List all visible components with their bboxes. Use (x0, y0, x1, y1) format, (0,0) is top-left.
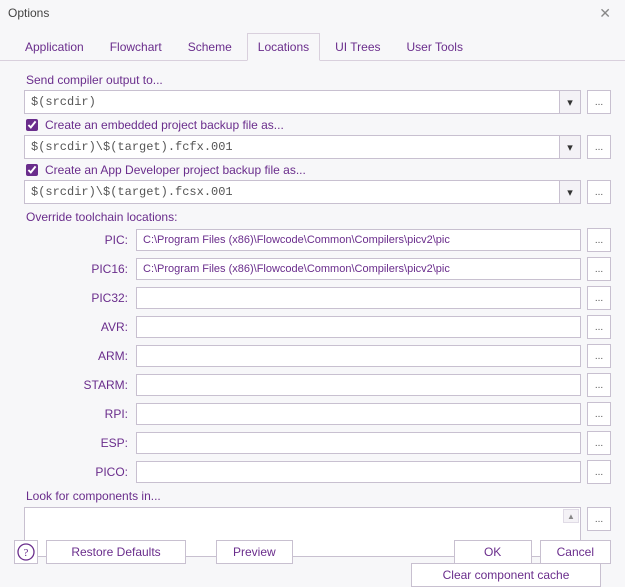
toolchain-row: PIC32:... (24, 286, 611, 310)
toolchain-input[interactable] (136, 287, 581, 309)
scroll-up-icon[interactable]: ▲ (563, 509, 579, 523)
embedded-backup-row: ▾ ... (24, 135, 611, 159)
toolchain-browse-button[interactable]: ... (587, 315, 611, 339)
toolchain-label: ARM: (24, 349, 130, 363)
appdev-backup-browse-button[interactable]: ... (587, 180, 611, 204)
toolchain-input[interactable] (136, 461, 581, 483)
toolchain-label: STARM: (24, 378, 130, 392)
tab-content-locations: Send compiler output to... ▾ ... Create … (0, 61, 625, 587)
appdev-backup-input[interactable] (24, 180, 559, 204)
cancel-button[interactable]: Cancel (540, 540, 611, 564)
close-icon[interactable]: ✕ (593, 5, 617, 22)
embedded-backup-checkbox[interactable] (26, 119, 38, 131)
help-button[interactable]: ? (14, 540, 38, 564)
toolchain-label: PIC32: (24, 291, 130, 305)
toolchain-label: PICO: (24, 465, 130, 479)
options-window: Options ✕ Application Flowchart Scheme L… (0, 0, 625, 574)
toolchain-input[interactable] (136, 374, 581, 396)
embedded-backup-input[interactable] (24, 135, 559, 159)
toolchain-browse-button[interactable]: ... (587, 286, 611, 310)
toolchain-browse-button[interactable]: ... (587, 344, 611, 368)
toolchain-row: STARM:... (24, 373, 611, 397)
embedded-backup-browse-button[interactable]: ... (587, 135, 611, 159)
toolchain-row: PICO:... (24, 460, 611, 484)
compiler-output-combo: ▾ (24, 90, 581, 114)
tab-ui-trees[interactable]: UI Trees (324, 33, 391, 60)
compiler-output-input[interactable] (24, 90, 559, 114)
embedded-backup-label: Create an embedded project backup file a… (26, 118, 611, 132)
toolchain-row: ESP:... (24, 431, 611, 455)
chevron-down-icon: ▾ (567, 141, 573, 154)
clear-cache-row: Clear component cache (14, 563, 601, 587)
toolchain-label: PIC16: (24, 262, 130, 276)
toolchain-browse-button[interactable]: ... (587, 460, 611, 484)
toolchain-row: PIC16:... (24, 257, 611, 281)
chevron-down-icon: ▾ (567, 186, 573, 199)
compiler-output-label: Send compiler output to... (26, 73, 611, 87)
toolchain-browse-button[interactable]: ... (587, 257, 611, 281)
toolchain-browse-button[interactable]: ... (587, 431, 611, 455)
embedded-backup-combo: ▾ (24, 135, 581, 159)
appdev-backup-row: ▾ ... (24, 180, 611, 204)
tab-locations[interactable]: Locations (247, 33, 320, 61)
toolchain-browse-button[interactable]: ... (587, 373, 611, 397)
toolchain-input[interactable] (136, 345, 581, 367)
toolchain-browse-button[interactable]: ... (587, 228, 611, 252)
toolchain-row: ARM:... (24, 344, 611, 368)
components-browse-button[interactable]: ... (587, 507, 611, 531)
titlebar: Options ✕ (0, 0, 625, 26)
svg-text:?: ? (24, 547, 29, 559)
restore-defaults-button[interactable]: Restore Defaults (46, 540, 186, 564)
toolchain-row: PIC:... (24, 228, 611, 252)
toolchain-browse-button[interactable]: ... (587, 402, 611, 426)
appdev-backup-label-text: Create an App Developer project backup f… (45, 163, 306, 177)
tab-bar: Application Flowchart Scheme Locations U… (0, 26, 625, 61)
dialog-footer: ? Restore Defaults Preview OK Cancel (14, 540, 611, 564)
toolchain-input[interactable] (136, 432, 581, 454)
preview-button[interactable]: Preview (216, 540, 293, 564)
toolchain-label: AVR: (24, 320, 130, 334)
embedded-backup-label-text: Create an embedded project backup file a… (45, 118, 284, 132)
appdev-backup-dropdown[interactable]: ▾ (559, 180, 581, 204)
toolchain-input[interactable] (136, 229, 581, 251)
tab-application[interactable]: Application (14, 33, 95, 60)
components-label: Look for components in... (26, 489, 611, 503)
toolchain-row: AVR:... (24, 315, 611, 339)
toolchain-label: PIC: (24, 233, 130, 247)
toolchain-input[interactable] (136, 403, 581, 425)
toolchain-input[interactable] (136, 258, 581, 280)
appdev-backup-checkbox[interactable] (26, 164, 38, 176)
chevron-down-icon: ▾ (567, 96, 573, 109)
embedded-backup-dropdown[interactable]: ▾ (559, 135, 581, 159)
toolchain-list: PIC:...PIC16:...PIC32:...AVR:...ARM:...S… (14, 228, 611, 484)
clear-component-cache-button[interactable]: Clear component cache (411, 563, 601, 587)
appdev-backup-label: Create an App Developer project backup f… (26, 163, 611, 177)
compiler-output-row: ▾ ... (24, 90, 611, 114)
toolchain-row: RPI:... (24, 402, 611, 426)
toolchain-input[interactable] (136, 316, 581, 338)
compiler-output-dropdown[interactable]: ▾ (559, 90, 581, 114)
compiler-output-browse-button[interactable]: ... (587, 90, 611, 114)
window-title: Options (8, 6, 49, 20)
tab-flowchart[interactable]: Flowchart (99, 33, 173, 60)
override-toolchain-label: Override toolchain locations: (26, 210, 611, 224)
tab-scheme[interactable]: Scheme (177, 33, 243, 60)
help-icon: ? (17, 543, 35, 561)
appdev-backup-combo: ▾ (24, 180, 581, 204)
toolchain-label: ESP: (24, 436, 130, 450)
toolchain-label: RPI: (24, 407, 130, 421)
ok-button[interactable]: OK (454, 540, 532, 564)
tab-user-tools[interactable]: User Tools (396, 33, 474, 60)
